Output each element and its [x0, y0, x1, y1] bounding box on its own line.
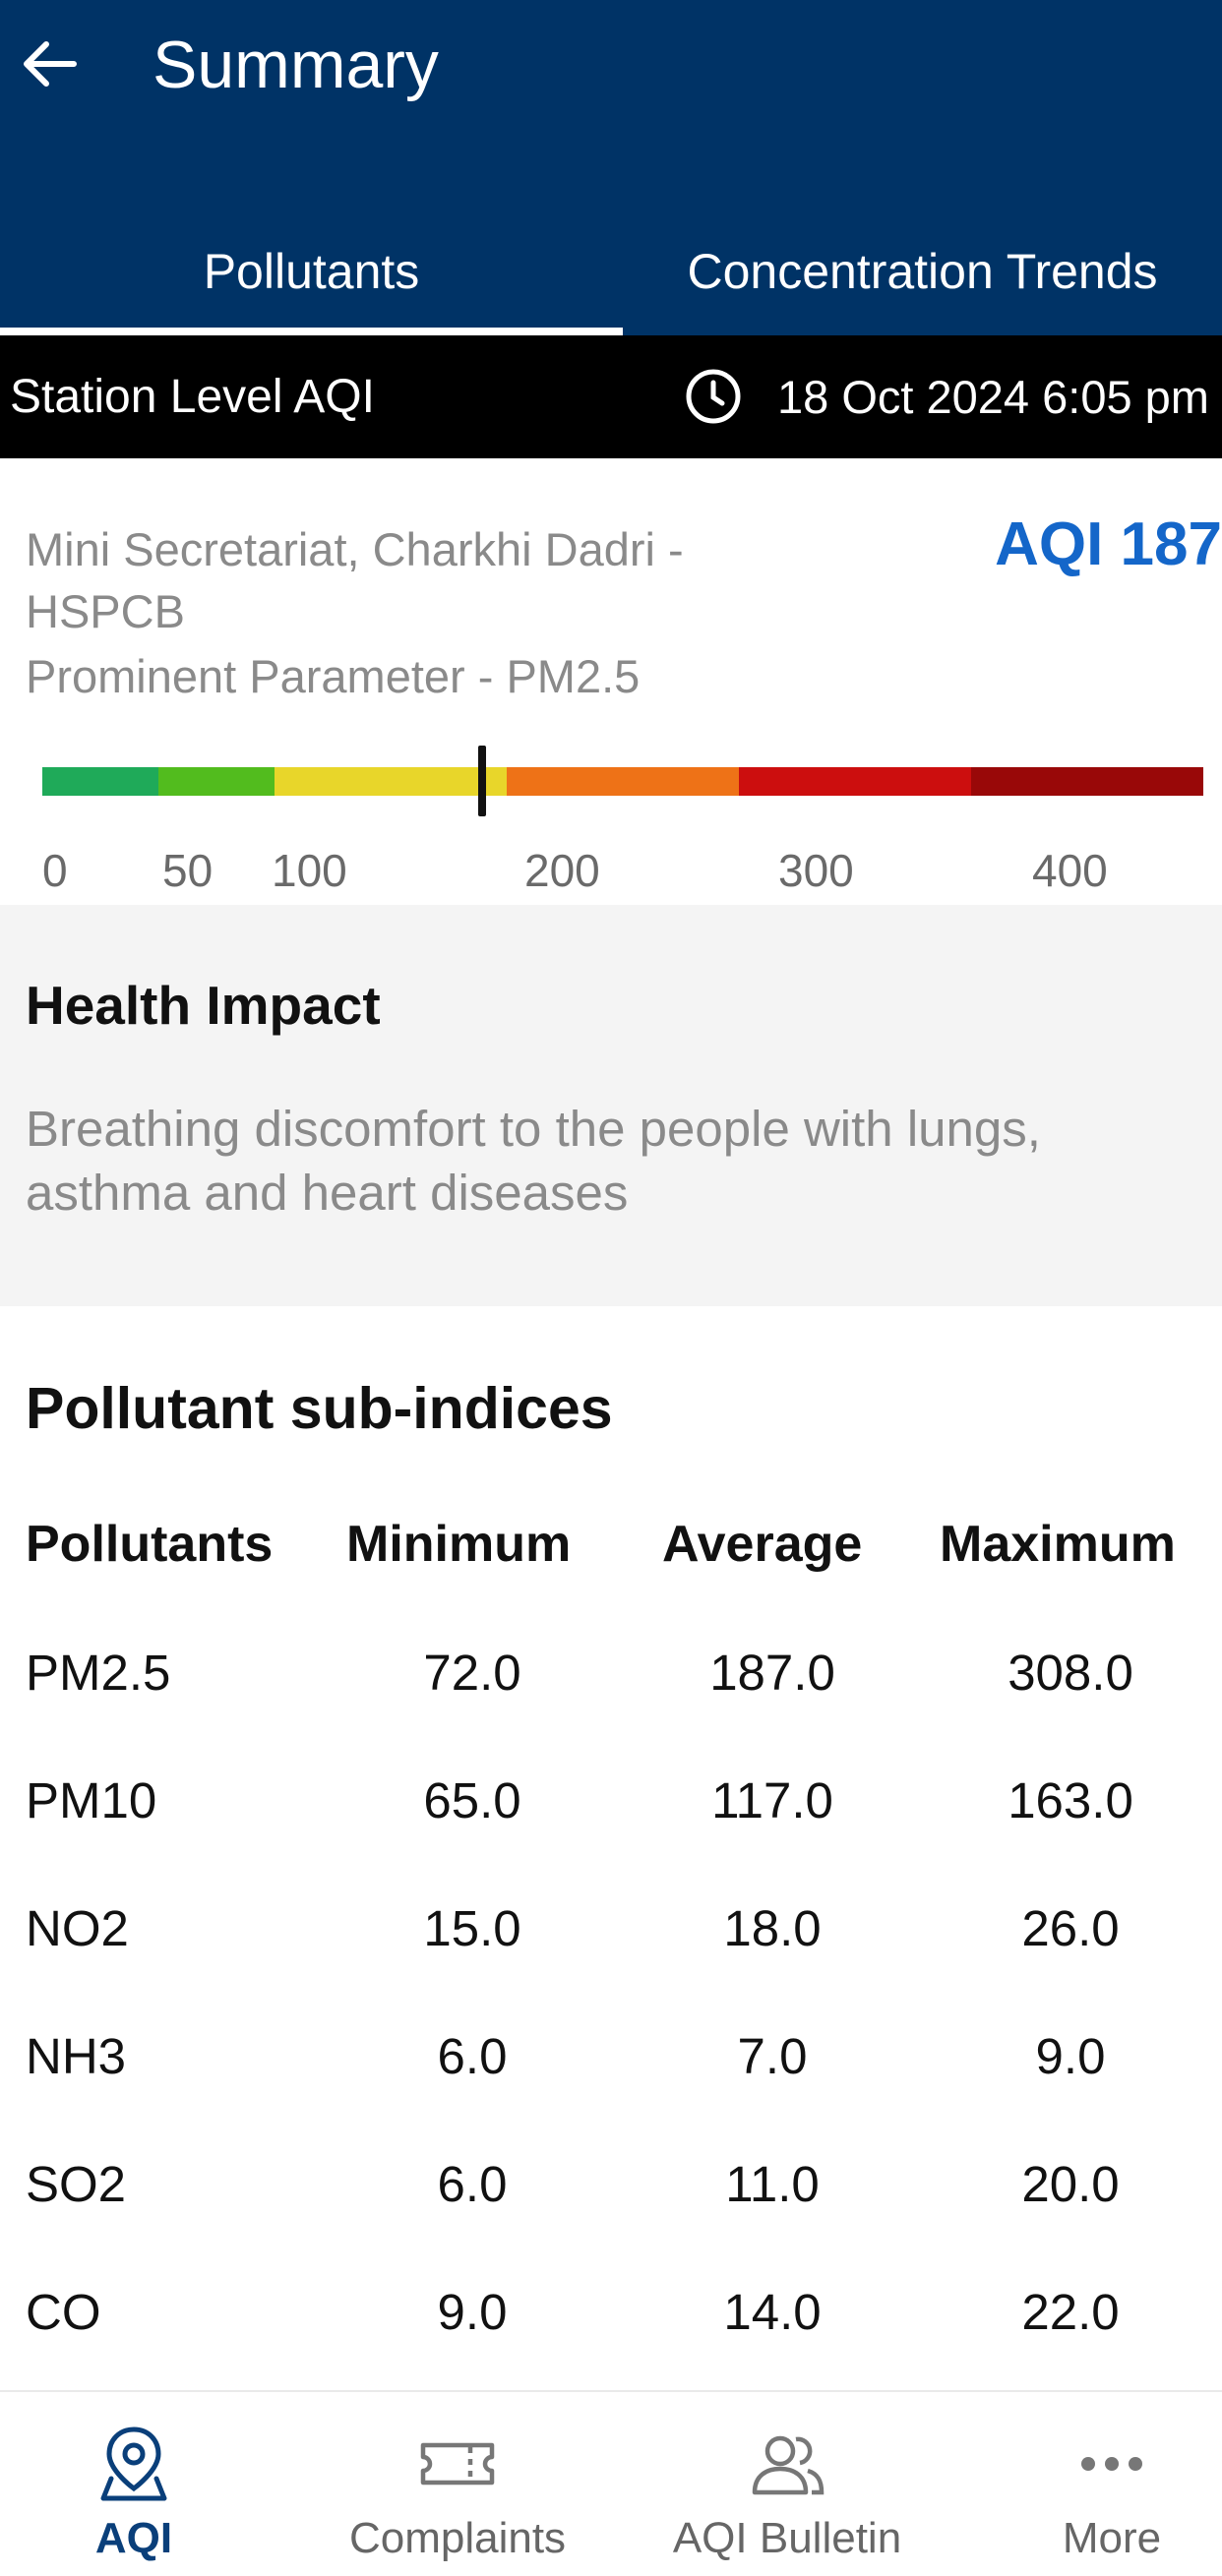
aqi-scale-marker	[478, 746, 486, 816]
aqi-value: AQI 187	[995, 510, 1222, 578]
pollutant-average: 187.0	[709, 1644, 835, 1701]
scale-tick-300: 300	[778, 845, 854, 896]
scale-tick-100: 100	[272, 845, 347, 896]
pollutant-maximum: 26.0	[1021, 1899, 1120, 1956]
table-row: PM2.5 72.0 187.0 308.0	[0, 1608, 1222, 1736]
table-row: NH3 6.0 7.0 9.0	[0, 1992, 1222, 2120]
nav-item-complaints[interactable]: Complaints	[344, 2392, 571, 2576]
table-row: NO2 15.0 18.0 26.0	[0, 1864, 1222, 1992]
pollutant-name: NH3	[26, 2027, 127, 2084]
pollutant-average: 117.0	[711, 1771, 833, 1828]
pollutant-maximum: 20.0	[1021, 2155, 1120, 2212]
nav-label-more: More	[1062, 2514, 1162, 2562]
pollutant-name: NO2	[26, 1899, 129, 1956]
station-level-label: Station Level AQI	[10, 371, 375, 423]
health-impact-card: Health Impact Breathing discomfort to th…	[0, 905, 1222, 1306]
pollutant-minimum: 15.0	[423, 1899, 521, 1956]
aqi-scale-segment-very-poor	[739, 767, 971, 796]
pollutant-name: SO2	[26, 2155, 127, 2212]
clock-icon	[686, 369, 741, 424]
nav-item-aqi-bulletin[interactable]: AQI Bulletin	[664, 2392, 910, 2576]
health-impact-title: Health Impact	[26, 975, 381, 1036]
tab-concentration-trends[interactable]: Concentration Trends	[623, 207, 1222, 335]
column-header-pollutants: Pollutants	[26, 1516, 274, 1573]
prominent-parameter: Prominent Parameter - PM2.5	[26, 650, 641, 702]
nav-label-aqi-bulletin: AQI Bulletin	[672, 2514, 902, 2562]
station-name: Mini Secretariat, Charkhi Dadri - HSPCB	[26, 523, 684, 637]
pollutant-minimum: 9.0	[437, 2283, 508, 2340]
subindices-title: Pollutant sub-indices	[26, 1376, 613, 1441]
ticket-icon	[415, 2422, 500, 2506]
pollutant-name: CO	[26, 2283, 101, 2340]
station-level-bar: Station Level AQI 18 Oct 2024 6:05 pm	[0, 335, 1222, 458]
active-tab-indicator	[0, 328, 623, 335]
column-header-maximum: Maximum	[940, 1516, 1176, 1573]
nav-item-more[interactable]: More	[1013, 2392, 1210, 2576]
scale-tick-50: 50	[162, 845, 214, 896]
pollutant-average: 7.0	[737, 2027, 808, 2084]
column-header-minimum: Minimum	[346, 1516, 572, 1573]
page-title: Summary	[153, 28, 439, 102]
pollutant-average: 11.0	[725, 2155, 820, 2212]
aqi-scale-segment-poor	[507, 767, 739, 796]
pollutant-name: PM2.5	[26, 1644, 171, 1701]
pollutant-name: PM10	[26, 1771, 157, 1828]
aqi-scale-segment-moderate	[275, 767, 507, 796]
column-header-average: Average	[662, 1516, 863, 1573]
table-row: SO2 6.0 11.0 20.0	[0, 2120, 1222, 2247]
tab-pollutants[interactable]: Pollutants	[0, 207, 623, 335]
pollutant-average: 14.0	[723, 2283, 822, 2340]
pollutant-maximum: 308.0	[1008, 1644, 1133, 1701]
back-button[interactable]	[10, 25, 89, 103]
pollutant-maximum: 22.0	[1021, 2283, 1120, 2340]
pollutant-minimum: 6.0	[437, 2027, 508, 2084]
back-arrow-icon	[24, 41, 77, 87]
pollutant-minimum: 72.0	[423, 1644, 521, 1701]
table-row: CO 9.0 14.0 22.0	[0, 2247, 1222, 2375]
station-datetime: 18 Oct 2024 6:05 pm	[777, 371, 1209, 423]
aqi-scale-bar	[42, 767, 1203, 796]
nav-label-aqi: AQI	[94, 2514, 173, 2562]
scale-tick-400: 400	[1032, 845, 1108, 896]
more-dots-icon	[1069, 2422, 1154, 2506]
aqi-scale-segment-severe	[971, 767, 1203, 796]
nav-item-aqi[interactable]: AQI	[35, 2392, 232, 2576]
scale-tick-0: 0	[42, 845, 68, 896]
aqi-scale-segment-good	[42, 767, 158, 796]
users-icon	[745, 2422, 829, 2506]
pollutant-average: 18.0	[723, 1899, 822, 1956]
aqi-scale-segment-satisfactory	[158, 767, 275, 796]
table-row: PM10 65.0 117.0 163.0	[0, 1736, 1222, 1864]
health-impact-text: Breathing discomfort to the people with …	[26, 1101, 1041, 1221]
pollutant-minimum: 65.0	[423, 1771, 521, 1828]
nav-label-complaints: Complaints	[348, 2514, 567, 2562]
scale-tick-200: 200	[524, 845, 600, 896]
pollutant-minimum: 6.0	[437, 2155, 508, 2212]
pollutant-maximum: 163.0	[1008, 1771, 1133, 1828]
location-pin-icon	[92, 2422, 176, 2506]
app-header: Summary Pollutants Concentration Trends	[0, 0, 1222, 335]
pollutant-maximum: 9.0	[1035, 2027, 1106, 2084]
bottom-navigation: AQI Complaints AQI Bulletin More	[0, 2390, 1222, 2576]
